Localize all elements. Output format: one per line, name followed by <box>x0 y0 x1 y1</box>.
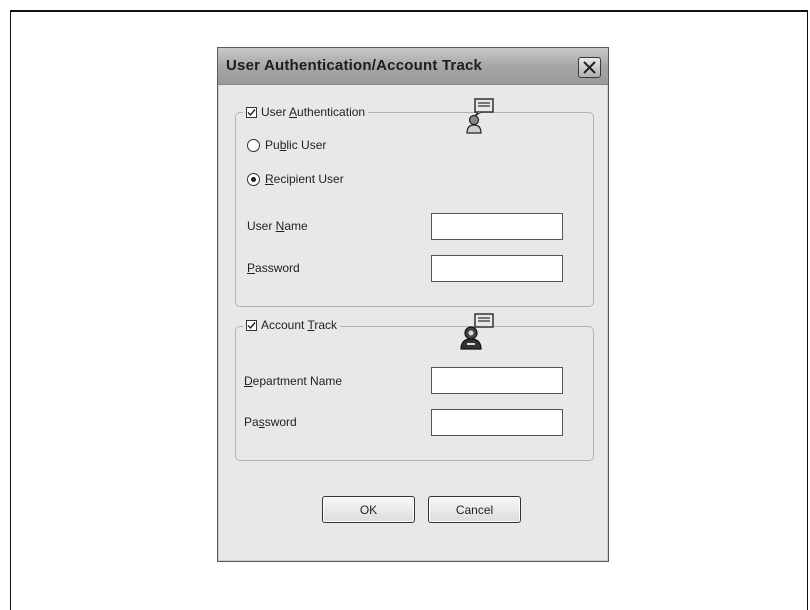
user-auth-dialog: User Authentication/Account Track User A… <box>217 47 609 562</box>
public-user-radio-row[interactable]: Public User <box>247 138 326 152</box>
recipient-user-radio[interactable] <box>247 172 260 186</box>
user-name-input[interactable] <box>431 213 563 240</box>
account-password-input[interactable] <box>431 409 563 436</box>
user-auth-label: User Authentication <box>261 105 366 119</box>
dialog-title: User Authentication/Account Track <box>226 57 483 74</box>
checkmark-icon <box>247 321 256 329</box>
department-name-input[interactable] <box>431 367 563 394</box>
user-name-label: User Name <box>247 219 308 233</box>
close-button[interactable] <box>578 57 601 78</box>
ok-button[interactable]: OK <box>322 496 415 523</box>
public-user-radio[interactable] <box>247 138 260 152</box>
account-password-label: Password <box>244 415 297 429</box>
account-track-icon <box>460 313 494 350</box>
checkmark-icon <box>247 108 256 116</box>
recipient-user-radio-row[interactable]: Recipient User <box>247 172 344 186</box>
account-track-checkbox[interactable] <box>246 319 257 331</box>
user-password-label: Password <box>247 261 300 275</box>
recipient-user-label: Recipient User <box>265 172 344 186</box>
title-bar: User Authentication/Account Track <box>218 48 608 85</box>
account-track-checkbox-row[interactable]: Account Track <box>243 318 341 332</box>
user-auth-checkbox[interactable] <box>246 106 257 118</box>
user-auth-icon <box>466 98 494 134</box>
user-password-input[interactable] <box>431 255 563 282</box>
public-user-label: Public User <box>265 138 327 152</box>
radio-selected-dot <box>251 176 256 182</box>
account-track-label: Account Track <box>261 318 338 332</box>
user-auth-checkbox-row[interactable]: User Authentication <box>243 105 369 119</box>
cancel-button[interactable]: Cancel <box>428 496 521 523</box>
close-icon <box>583 61 596 74</box>
department-name-label: Department Name <box>244 374 343 388</box>
